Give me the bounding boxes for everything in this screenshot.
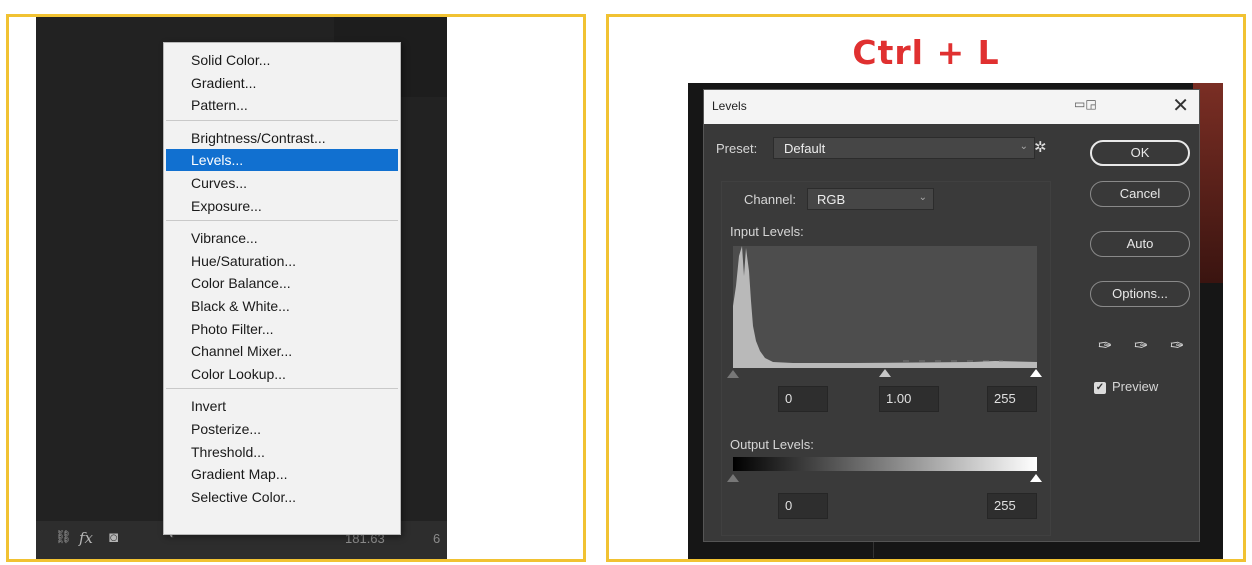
- channel-dropdown[interactable]: RGB ⌄: [807, 188, 934, 210]
- output-gradient-bar: [733, 457, 1037, 471]
- input-white-field[interactable]: 255: [987, 386, 1037, 412]
- menu-item-curves[interactable]: Curves...: [166, 172, 398, 194]
- output-white-field[interactable]: 255: [987, 493, 1037, 519]
- input-white-slider[interactable]: [1030, 369, 1042, 377]
- right-panel: Ctrl + L Levels ▭◲ ✕ Preset: Default ⌄ ✲…: [606, 14, 1246, 562]
- input-black-field[interactable]: 0: [778, 386, 828, 412]
- menu-item-invert[interactable]: Invert: [166, 395, 398, 417]
- menu-item-gradient-map[interactable]: Gradient Map...: [166, 463, 398, 485]
- menu-item-black-white[interactable]: Black & White...: [166, 295, 398, 317]
- preview-checkbox[interactable]: ✓: [1094, 382, 1106, 394]
- link-layers-icon[interactable]: ⛓: [55, 529, 72, 545]
- menu-item-solid-color[interactable]: Solid Color...: [166, 49, 398, 71]
- options-button[interactable]: Options...: [1090, 281, 1190, 307]
- white-eyedropper-icon[interactable]: ✑: [1170, 336, 1184, 356]
- gear-icon[interactable]: ✲: [1034, 138, 1047, 156]
- menu-separator: [166, 220, 398, 222]
- levels-dialog: Levels ▭◲ ✕ Preset: Default ⌄ ✲ Channel:…: [703, 89, 1200, 542]
- chevron-down-icon: ⌄: [1019, 141, 1028, 152]
- adjustment-menu: Solid Color... Gradient... Pattern... Brigh…: [163, 42, 401, 535]
- menu-item-brightness-contrast[interactable]: Brightness/Contrast...: [166, 127, 398, 149]
- shortcut-title: Ctrl + L: [852, 33, 1000, 72]
- channel-label: Channel:: [744, 192, 797, 207]
- histogram-graph: [733, 246, 1037, 368]
- menu-item-exposure[interactable]: Exposure...: [166, 195, 398, 217]
- histogram: [733, 246, 1037, 368]
- window-mode-icon[interactable]: ▭◲: [1074, 97, 1097, 111]
- menu-item-levels[interactable]: Levels...: [166, 149, 398, 172]
- auto-button[interactable]: Auto: [1090, 231, 1190, 257]
- input-black-slider[interactable]: [727, 370, 739, 378]
- output-black-field[interactable]: 0: [778, 493, 828, 519]
- black-eyedropper-icon[interactable]: ✑: [1098, 336, 1112, 356]
- output-black-slider[interactable]: [727, 474, 739, 482]
- menu-separator: [166, 119, 398, 121]
- preview-label: Preview: [1112, 379, 1159, 394]
- close-icon[interactable]: ✕: [1172, 94, 1189, 118]
- fx-icon[interactable]: fx: [79, 529, 93, 547]
- menu-item-vibrance[interactable]: Vibrance...: [166, 227, 398, 249]
- output-levels-label: Output Levels:: [730, 437, 814, 452]
- input-gamma-slider[interactable]: [879, 369, 891, 377]
- menu-item-color-balance[interactable]: Color Balance...: [166, 272, 398, 294]
- menu-separator: [166, 388, 398, 390]
- menu-item-color-lookup[interactable]: Color Lookup...: [166, 363, 398, 385]
- ok-button[interactable]: OK: [1090, 140, 1190, 166]
- dialog-titlebar: Levels ▭◲ ✕: [704, 90, 1199, 124]
- input-gamma-field[interactable]: 1.00: [879, 386, 939, 412]
- menu-item-gradient[interactable]: Gradient...: [166, 72, 398, 94]
- layer-mask-icon[interactable]: ◙: [109, 529, 118, 546]
- preset-dropdown[interactable]: Default ⌄: [773, 137, 1035, 159]
- menu-item-pattern[interactable]: Pattern...: [166, 94, 398, 116]
- menu-item-hue-saturation[interactable]: Hue/Saturation...: [166, 250, 398, 272]
- gray-eyedropper-icon[interactable]: ✑: [1134, 336, 1148, 356]
- left-panel: ⛓ fx ◙ ◐ 181.63 6 Solid Color... Gradient…: [6, 14, 586, 562]
- menu-item-selective-color[interactable]: Selective Color...: [166, 486, 398, 508]
- menu-item-photo-filter[interactable]: Photo Filter...: [166, 318, 398, 340]
- output-white-slider[interactable]: [1030, 474, 1042, 482]
- dialog-title: Levels: [712, 99, 747, 113]
- menu-item-posterize[interactable]: Posterize...: [166, 418, 398, 440]
- input-levels-label: Input Levels:: [730, 224, 804, 239]
- menu-item-threshold[interactable]: Threshold...: [166, 441, 398, 463]
- coordinate-readout-2: 6: [433, 531, 441, 546]
- cancel-button[interactable]: Cancel: [1090, 181, 1190, 207]
- chevron-down-icon: ⌄: [918, 192, 927, 203]
- preset-label: Preset:: [716, 141, 758, 156]
- menu-item-channel-mixer[interactable]: Channel Mixer...: [166, 340, 398, 362]
- channel-value: RGB: [817, 192, 846, 207]
- preset-value: Default: [784, 141, 826, 156]
